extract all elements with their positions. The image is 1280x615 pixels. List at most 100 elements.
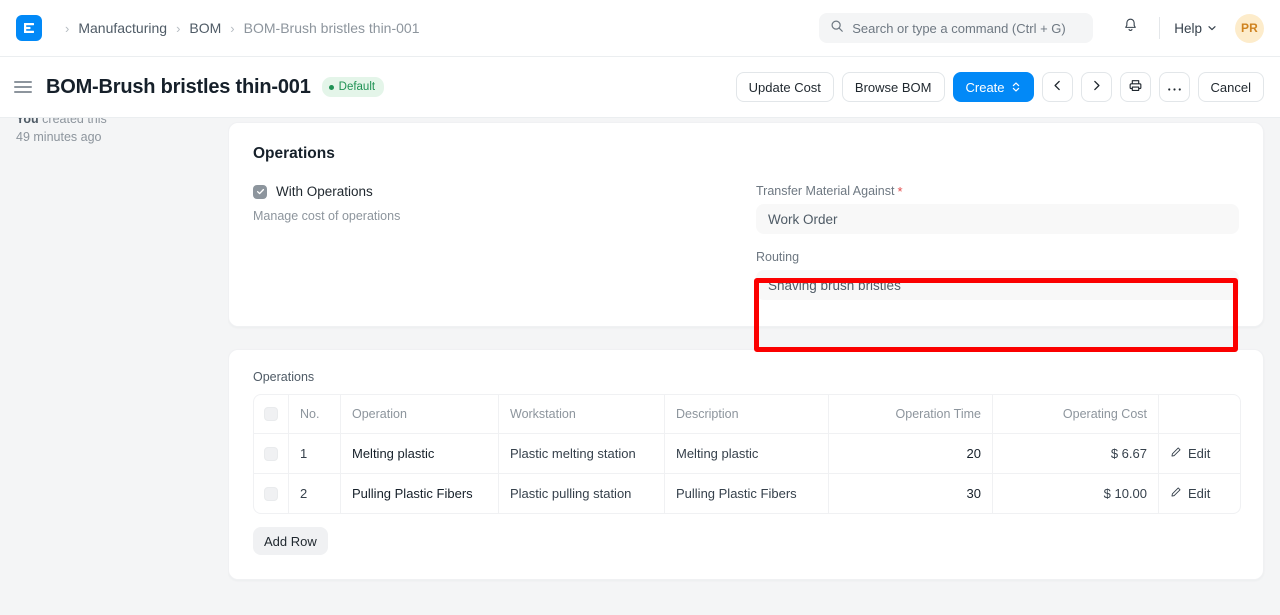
transfer-material-against-label: Transfer Material Against * [756,184,1239,198]
required-asterisk-icon: * [897,185,902,198]
routing-input[interactable]: Shaving brush bristles [756,270,1239,300]
search-icon [830,19,844,38]
column-header-operation-time: Operation Time [829,394,993,434]
status-badge-label: Default [339,81,375,93]
cell-operation[interactable]: Melting plastic [341,434,499,474]
row-select-cell [253,434,289,474]
edit-row-button[interactable]: Edit [1170,486,1210,501]
cancel-button[interactable]: Cancel [1198,72,1264,102]
column-header-operation: Operation [341,394,499,434]
next-record-button[interactable] [1081,72,1112,102]
printer-icon [1128,78,1143,96]
browse-bom-button[interactable]: Browse BOM [842,72,945,102]
ellipsis-icon [1167,80,1182,95]
sidebar-toggle-icon[interactable] [14,81,32,93]
operations-table-body: 1 Melting plastic Plastic melting statio… [253,434,1241,514]
bell-icon [1122,17,1139,39]
app-logo-icon[interactable] [16,15,42,41]
cell-workstation[interactable]: Plastic pulling station [499,474,665,514]
table-row[interactable]: 2 Pulling Plastic Fibers Plastic pulling… [253,474,1241,514]
avatar[interactable]: PR [1235,14,1264,43]
operations-grid-card: Operations No. Operation Workstation Des… [228,349,1264,580]
routing-field: Routing Shaving brush bristles [756,250,1239,300]
search-input[interactable] [852,21,1082,36]
print-button[interactable] [1120,72,1151,102]
select-all-checkbox[interactable] [264,407,278,421]
breadcrumb-item-manufacturing[interactable]: Manufacturing [78,20,167,36]
activity-action: created this [39,118,107,126]
operations-help-text: Manage cost of operations [253,209,722,223]
cell-operating-cost[interactable]: $ 6.67 [993,434,1159,474]
column-header-no: No. [289,394,341,434]
search-box[interactable] [819,13,1093,43]
chevron-left-icon [1051,79,1064,95]
row-checkbox[interactable] [264,487,278,501]
previous-record-button[interactable] [1042,72,1073,102]
create-button[interactable]: Create [953,72,1034,102]
cell-operation-time[interactable]: 30 [829,474,993,514]
activity-summary: You created this 49 minutes ago [16,118,212,146]
more-options-button[interactable] [1159,72,1190,102]
breadcrumb-item-bom[interactable]: BOM [189,20,221,36]
help-label: Help [1174,21,1202,36]
with-operations-checkbox[interactable] [253,185,267,199]
operations-grid-label: Operations [253,370,1239,384]
edit-row-button[interactable]: Edit [1170,446,1210,461]
page-body: You created this 49 minutes ago Operatio… [0,118,1280,615]
help-menu[interactable]: Help [1174,21,1217,36]
operations-right-column: Transfer Material Against * Work Order R… [746,184,1239,300]
chevron-right-icon [1090,79,1103,95]
navbar-right-group: Help PR [819,0,1264,56]
page-header: BOM-Brush bristles thin-001 Default Upda… [0,57,1280,118]
status-dot-icon [329,85,334,90]
cell-operation-time[interactable]: 20 [829,434,993,474]
select-all-header [253,394,289,434]
edit-row-label: Edit [1188,486,1210,501]
navbar-divider [1159,17,1160,39]
cell-operation[interactable]: Pulling Plastic Fibers [341,474,499,514]
transfer-material-against-label-text: Transfer Material Against [756,184,894,198]
cell-workstation[interactable]: Plastic melting station [499,434,665,474]
page-actions: Update Cost Browse BOM Create [736,57,1264,117]
breadcrumb-item-current: BOM-Brush bristles thin-001 [244,20,420,36]
transfer-material-against-input[interactable]: Work Order [756,204,1239,234]
selector-chevron-icon [1011,80,1021,94]
table-row[interactable]: 1 Melting plastic Plastic melting statio… [253,434,1241,474]
chevron-right-icon: › [230,21,234,36]
column-header-description: Description [665,394,829,434]
activity-actor: You [16,118,39,126]
top-navbar: › Manufacturing › BOM › BOM-Brush bristl… [0,0,1280,57]
routing-label: Routing [756,250,1239,264]
operations-left-column: With Operations Manage cost of operation… [253,184,746,300]
transfer-material-against-field: Transfer Material Against * Work Order [756,184,1239,234]
breadcrumb: › Manufacturing › BOM › BOM-Brush bristl… [56,20,419,36]
table-header-row: No. Operation Workstation Description Op… [253,394,1241,434]
sidebar: You created this 49 minutes ago [0,118,228,615]
operations-settings-card: Operations With Operations Manage cost o… [228,122,1264,327]
chevron-right-icon: › [65,21,69,36]
operations-table: No. Operation Workstation Description Op… [253,394,1241,514]
cell-no: 2 [289,474,341,514]
update-cost-button[interactable]: Update Cost [736,72,834,102]
edit-row-label: Edit [1188,446,1210,461]
chevron-down-icon [1207,21,1217,36]
operations-section-title: Operations [253,145,1239,163]
with-operations-label: With Operations [276,184,373,199]
create-button-label: Create [966,80,1005,95]
row-select-cell [253,474,289,514]
pencil-icon [1170,486,1182,501]
status-badge: Default [322,77,384,97]
add-row-button[interactable]: Add Row [253,527,328,555]
page-title: BOM-Brush bristles thin-001 [46,76,311,99]
with-operations-row[interactable]: With Operations [253,184,722,199]
main-content: Operations With Operations Manage cost o… [228,118,1280,615]
column-header-workstation: Workstation [499,394,665,434]
cell-description[interactable]: Pulling Plastic Fibers [665,474,829,514]
cell-operating-cost[interactable]: $ 10.00 [993,474,1159,514]
notifications-button[interactable] [1115,13,1145,43]
cell-description[interactable]: Melting plastic [665,434,829,474]
row-checkbox[interactable] [264,447,278,461]
operations-table-head: No. Operation Workstation Description Op… [253,394,1241,434]
cell-edit: Edit [1159,474,1241,514]
cell-no: 1 [289,434,341,474]
